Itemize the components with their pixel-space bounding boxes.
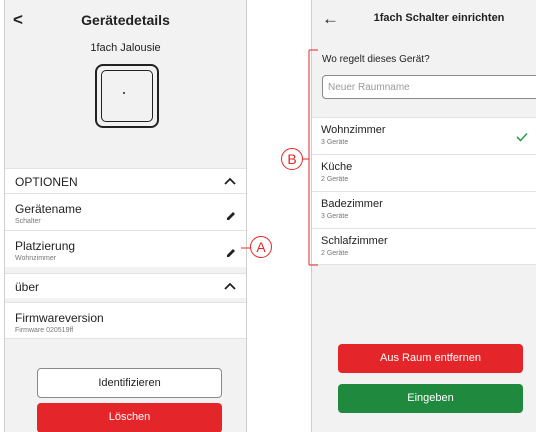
page-title: 1fach Schalter einrichten <box>373 12 505 24</box>
device-name-row[interactable]: Gerätename Schalter <box>5 193 246 230</box>
placement-label: Platzierung <box>15 239 76 253</box>
delete-button[interactable]: Löschen <box>37 403 222 432</box>
chevron-up-icon[interactable] <box>224 174 236 188</box>
annotation-callout-b: B <box>281 148 303 170</box>
room-item-wohnzimmer[interactable]: Wohnzimmer 3 Geräte <box>312 117 536 154</box>
options-section-label: OPTIONEN <box>15 175 78 189</box>
device-name-label: Gerätename <box>15 202 82 216</box>
placement-value: Wohnzimmer <box>15 255 57 262</box>
configure-switch-screen: ← 1fach Schalter einrichten Wo regelt di… <box>311 0 536 432</box>
room-item-schlafzimmer[interactable]: Schlafzimmer 2 Geräte <box>312 228 536 265</box>
switch-rocker <box>101 70 153 122</box>
switch-device-icon <box>95 64 159 128</box>
room-device-count: 3 Geräte <box>321 213 349 220</box>
identify-button[interactable]: Identifizieren <box>37 368 222 398</box>
placement-row[interactable]: Platzierung Wohnzimmer <box>5 230 246 267</box>
firmware-label: Firmwareversion <box>15 311 104 325</box>
chevron-up-icon[interactable] <box>224 279 236 293</box>
room-item-badezimmer[interactable]: Badezimmer 3 Geräte <box>312 191 536 228</box>
new-room-name-input[interactable] <box>322 75 536 99</box>
annotation-callout-a: A <box>250 236 272 258</box>
room-name: Wohnzimmer <box>321 124 386 136</box>
room-device-count: 2 Geräte <box>321 250 349 257</box>
room-name: Küche <box>321 161 353 173</box>
room-item-kueche[interactable]: Küche 2 Geräte <box>312 154 536 191</box>
switch-led-dot <box>123 92 125 94</box>
page-title: Gerätedetails <box>81 12 170 28</box>
room-question-label: Wo regelt dieses Gerät? <box>322 54 430 65</box>
options-section-header[interactable]: OPTIONEN <box>5 168 246 193</box>
remove-from-room-button[interactable]: Aus Raum entfernen <box>338 344 523 373</box>
firmware-row: Firmwareversion Firmware 020519ff <box>5 302 246 339</box>
pencil-icon[interactable] <box>226 208 236 220</box>
about-section-header[interactable]: über <box>5 273 246 298</box>
device-name-heading: 1fach Jalousie <box>90 42 161 54</box>
device-details-screen: < Gerätedetails 1fach Jalousie OPTIONEN … <box>4 0 247 432</box>
room-device-count: 3 Geräte <box>321 139 349 146</box>
room-name: Schlafzimmer <box>321 235 388 247</box>
room-device-count: 2 Geräte <box>321 176 349 183</box>
checkmark-icon <box>516 129 528 142</box>
enter-button[interactable]: Eingeben <box>338 384 523 413</box>
about-section-label: über <box>15 280 40 294</box>
pencil-icon[interactable] <box>226 245 236 257</box>
device-name-value: Schalter <box>15 218 41 225</box>
room-name: Badezimmer <box>321 198 383 210</box>
firmware-value: Firmware 020519ff <box>15 327 74 334</box>
